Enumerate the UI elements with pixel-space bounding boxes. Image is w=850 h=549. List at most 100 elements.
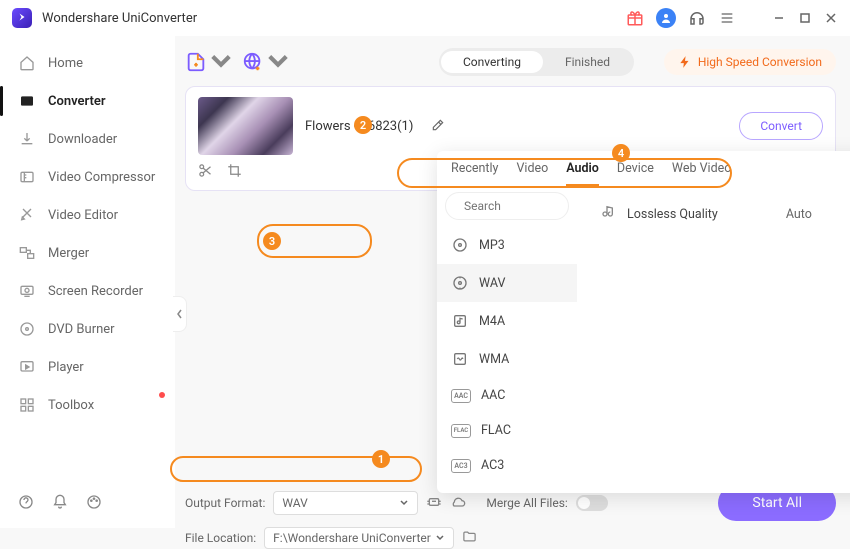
tab-finished[interactable]: Finished: [543, 51, 632, 73]
merger-icon: [18, 244, 36, 262]
main-panel: Converting Finished High Speed Conversio…: [175, 36, 850, 528]
tab-video[interactable]: Video: [516, 161, 548, 186]
sidebar-item-label: Video Compressor: [48, 170, 155, 185]
menu-icon[interactable]: [718, 9, 736, 27]
sidebar-item-label: Merger: [48, 246, 89, 261]
merge-toggle[interactable]: [576, 495, 608, 511]
editor-icon: [18, 206, 36, 224]
popup-tabs: Recently Video Audio Device Web Video: [437, 151, 850, 186]
format-list: MP3 WAV M4A WMA AACAAC FLACFLAC AC3AC3: [437, 186, 577, 493]
sidebar-item-recorder[interactable]: Screen Recorder: [0, 272, 175, 310]
add-file-button[interactable]: [185, 51, 232, 73]
sidebar-item-converter[interactable]: Converter: [0, 82, 175, 120]
gift-icon[interactable]: [626, 9, 644, 27]
dvd-icon: [18, 320, 36, 338]
quality-lossless[interactable]: Lossless Quality Auto: [589, 196, 850, 232]
sidebar-item-label: Toolbox: [48, 398, 94, 413]
sidebar-item-label: Home: [48, 56, 83, 71]
gpu-icon[interactable]: [426, 494, 442, 513]
file-location-label: File Location:: [185, 531, 256, 545]
file-thumbnail[interactable]: [198, 97, 293, 155]
format-ac3[interactable]: AC3AC3: [437, 448, 577, 483]
downloader-icon: [18, 130, 36, 148]
app-logo: [12, 8, 32, 28]
player-icon: [18, 358, 36, 376]
quality-label: Lossless Quality: [627, 207, 718, 222]
open-folder-icon[interactable]: [462, 529, 477, 547]
wave-icon: [451, 350, 469, 368]
music-icon: [599, 204, 615, 224]
sidebar-item-toolbox[interactable]: Toolbox: [0, 386, 175, 424]
output-format-select[interactable]: WAV: [273, 491, 418, 515]
file-location-select[interactable]: F:\Wondershare UniConverter: [264, 527, 454, 549]
format-m4a[interactable]: M4A: [437, 302, 577, 340]
crop-icon[interactable]: [227, 163, 242, 182]
help-icon[interactable]: [18, 494, 34, 514]
recorder-icon: [18, 282, 36, 300]
sidebar-collapse-handle[interactable]: [173, 296, 187, 332]
tab-recently[interactable]: Recently: [451, 161, 498, 186]
output-format-label: Output Format:: [185, 496, 265, 510]
close-button[interactable]: [824, 11, 838, 25]
headset-icon[interactable]: [688, 9, 706, 27]
format-wma[interactable]: WMA: [437, 340, 577, 378]
sidebar-item-player[interactable]: Player: [0, 348, 175, 386]
bell-icon[interactable]: [52, 494, 68, 514]
location-row: File Location: F:\Wondershare UniConvert…: [185, 527, 836, 549]
home-icon: [18, 54, 36, 72]
rename-icon[interactable]: [431, 117, 445, 136]
aac-icon: AAC: [451, 389, 471, 403]
tab-device[interactable]: Device: [617, 161, 654, 186]
sidebar-item-label: Screen Recorder: [48, 284, 143, 299]
trim-icon[interactable]: [198, 163, 213, 182]
compress-icon: [18, 168, 36, 186]
annotation-badge-3: 3: [263, 232, 281, 250]
sidebar-item-label: Player: [48, 360, 84, 375]
cloud-icon[interactable]: [450, 494, 466, 513]
ac3-icon: AC3: [451, 459, 471, 473]
disc-icon: [451, 236, 469, 254]
palette-icon[interactable]: [86, 494, 102, 514]
format-mp3[interactable]: MP3: [437, 226, 577, 264]
format-search[interactable]: [445, 192, 569, 220]
tab-webvideo[interactable]: Web Video: [672, 161, 731, 186]
annotation-badge-1: 1: [372, 450, 390, 468]
tab-converting[interactable]: Converting: [441, 51, 543, 73]
output-format-value: WAV: [282, 496, 307, 510]
add-url-button[interactable]: [242, 51, 289, 73]
sidebar-item-editor[interactable]: Video Editor: [0, 196, 175, 234]
app-title: Wondershare UniConverter: [42, 11, 197, 26]
annotation-badge-2: 2: [354, 116, 372, 134]
avatar-icon[interactable]: [656, 8, 676, 28]
format-wav[interactable]: WAV: [437, 264, 577, 302]
file-location-value: F:\Wondershare UniConverter: [273, 531, 431, 545]
flac-icon: FLAC: [451, 424, 471, 438]
minimize-button[interactable]: [772, 11, 786, 25]
maximize-button[interactable]: [798, 11, 812, 25]
titlebar: Wondershare UniConverter: [0, 0, 850, 36]
merge-label: Merge All Files:: [486, 496, 567, 510]
high-speed-label: High Speed Conversion: [698, 55, 822, 69]
sidebar-item-label: Downloader: [48, 132, 117, 147]
format-aac[interactable]: AACAAC: [437, 378, 577, 413]
toolbar: Converting Finished High Speed Conversio…: [185, 48, 836, 76]
sidebar-item-downloader[interactable]: Downloader: [0, 120, 175, 158]
tab-audio[interactable]: Audio: [566, 161, 599, 186]
high-speed-toggle[interactable]: High Speed Conversion: [664, 49, 836, 75]
chevron-down-icon: [399, 498, 409, 508]
search-input[interactable]: [464, 199, 577, 213]
sidebar: Home Converter Downloader Video Compress…: [0, 36, 175, 528]
sidebar-item-compressor[interactable]: Video Compressor: [0, 158, 175, 196]
format-flac[interactable]: FLACFLAC: [437, 413, 577, 448]
sidebar-item-home[interactable]: Home: [0, 44, 175, 82]
converter-icon: [18, 92, 36, 110]
convert-button[interactable]: Convert: [739, 112, 823, 140]
quality-auto: Auto: [786, 207, 812, 222]
sidebar-item-dvd[interactable]: DVD Burner: [0, 310, 175, 348]
status-tabs: Converting Finished: [439, 48, 634, 76]
toolbox-icon: [18, 396, 36, 414]
note-icon: [451, 312, 469, 330]
quality-list: Lossless Quality Auto: [577, 186, 850, 493]
disc-icon: [451, 274, 469, 292]
sidebar-item-merger[interactable]: Merger: [0, 234, 175, 272]
